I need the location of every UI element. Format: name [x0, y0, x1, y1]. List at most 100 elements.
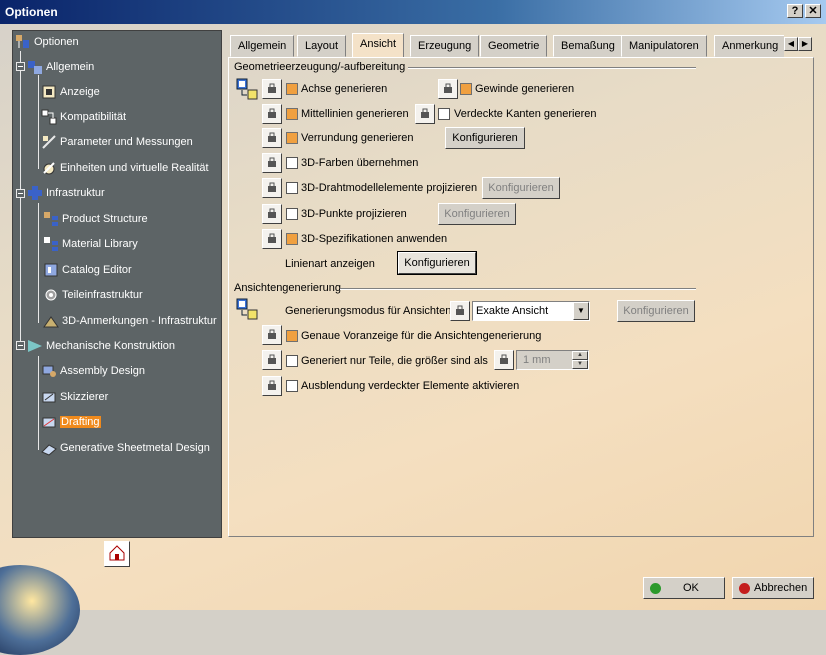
lock-icon: [498, 353, 510, 368]
lock-button-farben[interactable]: [262, 153, 282, 173]
tree-item-mechanische-konstruktion[interactable]: Mechanische Konstruktion: [27, 336, 175, 356]
lock-button-voranzeige[interactable]: [262, 325, 282, 345]
tree-item-parameter[interactable]: Parameter und Messungen: [41, 132, 193, 152]
lock-icon: [266, 156, 278, 171]
tree-item-3d-anmerkungen[interactable]: 3D-Anmerkungen - Infrastruktur: [43, 311, 217, 331]
spin-up-icon[interactable]: ▲: [572, 351, 588, 360]
configure-button-draht[interactable]: Konfigurieren: [482, 177, 560, 199]
generation-mode-value: Exakte Ansicht: [476, 305, 549, 317]
tree-item-generative-sheetmetal[interactable]: Generative Sheetmetal Design: [41, 438, 210, 458]
options-home-button[interactable]: [104, 541, 130, 567]
size-value: 1 mm: [523, 354, 551, 366]
lock-button-punkte[interactable]: [262, 204, 282, 224]
lock-icon: [266, 181, 278, 196]
checkbox-voranzeige[interactable]: [286, 330, 298, 342]
checkbox-punkte[interactable]: [286, 208, 298, 220]
lock-button-modus[interactable]: [450, 301, 470, 321]
geometry-section-title: Geometrieerzeugung/-aufbereitung: [234, 61, 406, 73]
tree-item-anzeige[interactable]: Anzeige: [41, 82, 100, 102]
collapse-toggle-allgemein[interactable]: [16, 62, 25, 71]
general-icon: [27, 59, 43, 75]
cancel-button[interactable]: Abbrechen: [732, 577, 814, 599]
checkbox-verdeckte-kanten[interactable]: [438, 108, 450, 120]
help-button[interactable]: ?: [787, 4, 803, 18]
options-tree: Optionen Allgemein Anzeige Kompatibilitä…: [12, 30, 222, 538]
lock-icon: [454, 304, 466, 319]
tree-item-skizzierer[interactable]: Skizzierer: [41, 387, 108, 407]
sheetmetal-icon: [41, 440, 57, 456]
label-spezifikationen: 3D-Spezifikationen anwenden: [301, 233, 448, 245]
tab-geometrie[interactable]: Geometrie: [480, 35, 548, 57]
lock-button-teile[interactable]: [262, 350, 282, 370]
checkbox-farben[interactable]: [286, 157, 298, 169]
tab-layout[interactable]: Layout: [297, 35, 347, 57]
title-bar: Optionen ? ✕: [0, 0, 826, 24]
tree-line: [38, 203, 39, 323]
tab-ansicht[interactable]: Ansicht: [352, 33, 405, 57]
configure-button-modus[interactable]: Konfigurieren: [617, 300, 695, 322]
lock-icon: [266, 328, 278, 343]
compatibility-icon: [41, 109, 57, 125]
tree-item-optionen[interactable]: Optionen: [15, 32, 79, 52]
checkbox-draht[interactable]: [286, 182, 298, 194]
tree-line: [20, 51, 21, 347]
tab-bemassung[interactable]: Bemaßung: [553, 35, 623, 57]
lock-button-ausblendung[interactable]: [262, 376, 282, 396]
tree-item-teileinfrastruktur[interactable]: Teileinfrastruktur: [43, 285, 143, 305]
checkbox-gewinde[interactable]: [460, 83, 472, 95]
spin-down-icon[interactable]: ▼: [572, 360, 588, 369]
label-generierungsmodus: Generierungsmodus für Ansichten: [285, 305, 452, 317]
tree-item-product-structure[interactable]: Product Structure: [43, 209, 148, 229]
lock-button-verrundung[interactable]: [262, 128, 282, 148]
tab-allgemein[interactable]: Allgemein: [230, 35, 295, 57]
checkbox-ausblendung[interactable]: [286, 380, 298, 392]
label-voranzeige: Genaue Voranzeige für die Ansichtengener…: [301, 330, 542, 342]
tree-item-infrastruktur[interactable]: Infrastruktur: [27, 183, 105, 203]
label-draht: 3D-Drahtmodellelemente projizieren: [301, 182, 478, 194]
tree-line: [38, 356, 39, 450]
lock-icon: [419, 107, 431, 122]
tree-item-material-library[interactable]: Material Library: [43, 234, 138, 254]
checkbox-spezifikationen[interactable]: [286, 233, 298, 245]
tab-anmerkung[interactable]: Anmerkung: [714, 35, 784, 57]
label-punkte: 3D-Punkte projizieren: [301, 208, 407, 220]
assembly-design-icon: [41, 363, 57, 379]
tab-scroll-right-button[interactable]: ▶: [798, 37, 812, 51]
sketcher-icon: [41, 389, 57, 405]
lock-button-achse[interactable]: [262, 79, 282, 99]
tree-item-catalog-editor[interactable]: Catalog Editor: [43, 260, 132, 280]
tree-item-kompatibilitaet[interactable]: Kompatibilität: [41, 107, 126, 127]
checkbox-teile[interactable]: [286, 355, 298, 367]
configure-button-verrundung[interactable]: Konfigurieren: [445, 127, 525, 149]
section-divider: [340, 288, 696, 290]
label-linienart: Linienart anzeigen: [285, 258, 375, 270]
configure-button-punkte[interactable]: Konfigurieren: [438, 203, 516, 225]
lock-button-verdeckte-kanten[interactable]: [415, 104, 435, 124]
tree-item-drafting[interactable]: Drafting: [41, 412, 101, 432]
lock-button-groesse[interactable]: [494, 350, 514, 370]
collapse-toggle-infrastruktur[interactable]: [16, 189, 25, 198]
size-spinner[interactable]: 1 mm ▲ ▼: [516, 350, 589, 370]
tab-manipulatoren[interactable]: Manipulatoren: [621, 35, 707, 57]
generation-mode-select[interactable]: Exakte Ansicht ▼: [472, 301, 590, 321]
tree-item-allgemein[interactable]: Allgemein: [27, 57, 94, 77]
configure-button-linienart[interactable]: Konfigurieren: [397, 251, 477, 275]
ok-button[interactable]: OK: [643, 577, 725, 599]
chevron-down-icon: ▼: [573, 302, 589, 320]
view-section-icon: [236, 298, 258, 320]
lock-button-mittellinien[interactable]: [262, 104, 282, 124]
tab-erzeugung[interactable]: Erzeugung: [410, 35, 480, 57]
lock-button-gewinde[interactable]: [438, 79, 458, 99]
lock-button-draht[interactable]: [262, 178, 282, 198]
checkbox-achse[interactable]: [286, 83, 298, 95]
checkbox-verrundung[interactable]: [286, 132, 298, 144]
checkbox-mittellinien[interactable]: [286, 108, 298, 120]
lock-button-spezifikationen[interactable]: [262, 229, 282, 249]
close-button[interactable]: ✕: [805, 4, 821, 18]
tree-line: [38, 75, 39, 169]
annotation-icon: [43, 313, 59, 329]
collapse-toggle-mechanik[interactable]: [16, 341, 25, 350]
tab-scroll-left-button[interactable]: ◀: [784, 37, 798, 51]
tree-item-einheiten[interactable]: Einheiten und virtuelle Realität: [41, 158, 209, 178]
tree-item-assembly-design[interactable]: Assembly Design: [41, 361, 145, 381]
